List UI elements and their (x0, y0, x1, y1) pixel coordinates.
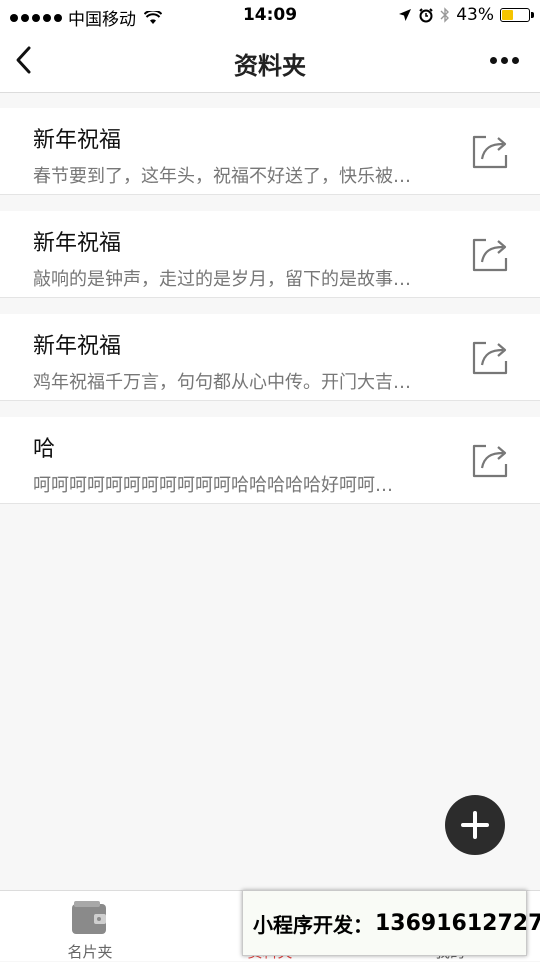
item-description: 敲响的是钟声，走过的是岁月，留下的是故事… (33, 269, 411, 290)
more-dot (500, 56, 508, 64)
item-description: 呵呵呵呵呵呵呵呵呵呵呵哈哈哈哈哈好呵呵… (33, 475, 393, 496)
wallet-icon (72, 901, 106, 934)
tab-label: 名片夹 (67, 943, 113, 961)
bluetooth-icon (440, 7, 450, 23)
promo-watermark: 小程序开发： 13691612727 (242, 890, 540, 956)
item-description: 鸡年祝福千万言，句句都从心中传。开门大吉… (33, 372, 411, 393)
location-arrow-icon (399, 9, 412, 21)
item-description: 春节要到了，这年头，祝福不好送了，快乐被… (33, 166, 411, 187)
more-button[interactable] (486, 50, 522, 70)
promo-label: 小程序开发： (253, 912, 373, 937)
share-icon[interactable] (470, 131, 510, 171)
share-icon[interactable] (470, 440, 510, 480)
promo-phone: 13691612727 (375, 910, 540, 936)
status-bar: 中国移动 14:09 43% (0, 0, 540, 30)
battery-fill (502, 10, 513, 20)
list-item[interactable]: 新年祝福 鸡年祝福千万言，句句都从心中传。开门大吉… (0, 314, 540, 401)
page-title: 资料夹 (234, 52, 306, 80)
item-title: 新年祝福 (33, 334, 122, 359)
item-title: 哈 (33, 437, 56, 462)
list-item[interactable]: 新年祝福 春节要到了，这年头，祝福不好送了，快乐被… (0, 108, 540, 195)
item-title: 新年祝福 (33, 231, 122, 256)
document-list: 新年祝福 春节要到了，这年头，祝福不好送了，快乐被… 新年祝福 敲响的是钟声，走… (0, 108, 540, 520)
status-right: 43% (398, 5, 534, 25)
item-title: 新年祝福 (33, 128, 122, 153)
list-item[interactable]: 新年祝福 敲响的是钟声，走过的是岁月，留下的是故事… (0, 211, 540, 298)
more-dot (489, 56, 497, 64)
tab-card-holder[interactable]: 名片夹 (0, 891, 180, 961)
share-icon[interactable] (470, 234, 510, 274)
plus-icon (461, 811, 489, 839)
battery-icon (500, 8, 534, 22)
list-item[interactable]: 哈 呵呵呵呵呵呵呵呵呵呵呵哈哈哈哈哈好呵呵… (0, 417, 540, 504)
nav-bar: 资料夹 (0, 30, 540, 93)
more-dot (511, 56, 519, 64)
alarm-icon (419, 8, 433, 23)
share-icon[interactable] (470, 337, 510, 377)
battery-percent: 43% (456, 5, 494, 25)
add-button[interactable] (445, 795, 505, 855)
